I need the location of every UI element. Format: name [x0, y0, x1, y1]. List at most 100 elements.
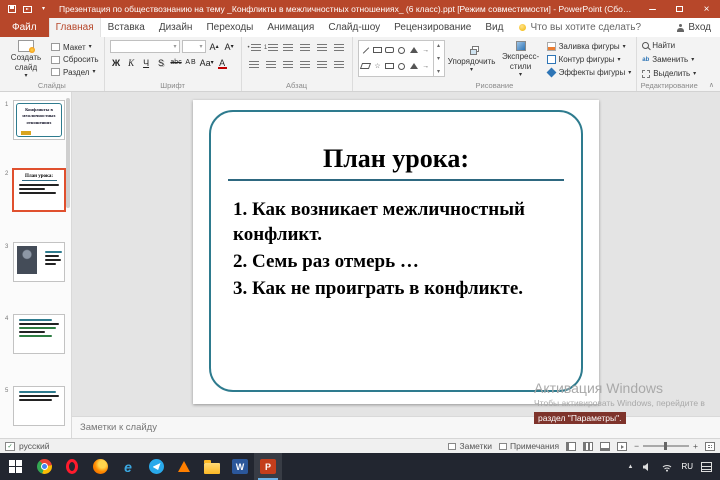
sign-in-button[interactable]: Вход — [667, 18, 720, 37]
align-left-button[interactable] — [247, 58, 262, 71]
tab-slideshow[interactable]: Слайд-шоу — [321, 18, 387, 37]
fit-slide-button[interactable] — [705, 441, 715, 451]
collapse-ribbon-button[interactable]: ∧ — [709, 81, 714, 89]
zoom-out-button[interactable]: − — [634, 441, 639, 451]
tab-review[interactable]: Рецензирование — [387, 18, 478, 37]
start-button[interactable] — [0, 453, 30, 480]
text-direction-button[interactable] — [332, 41, 347, 54]
start-slideshow-button[interactable] — [22, 4, 33, 15]
reset-button[interactable]: Сбросить — [51, 54, 99, 66]
replace-button[interactable]: ab Заменить ▾ — [642, 54, 696, 65]
slide-body[interactable]: 1. Как возникает межличностный конфликт.… — [233, 197, 569, 301]
line-spacing-button[interactable] — [315, 41, 330, 54]
shape-outline-button[interactable]: Контур фигуры ▾ — [546, 54, 632, 65]
comments-toggle-button[interactable]: Примечания — [498, 441, 559, 451]
language-indicator[interactable]: русский — [19, 441, 50, 451]
tellme-search[interactable]: Что вы хотите сделать? — [510, 18, 650, 37]
minimize-button[interactable] — [639, 0, 666, 18]
zoom-slider[interactable] — [643, 442, 690, 450]
maximize-button[interactable] — [666, 0, 693, 18]
taskbar-powerpoint[interactable]: P — [254, 453, 282, 480]
columns-button[interactable] — [315, 58, 330, 71]
spellcheck-icon[interactable]: ✓ — [5, 441, 15, 451]
new-slide-button[interactable]: Создать слайд ▾ — [5, 40, 47, 79]
zoom-slider-thumb[interactable] — [664, 442, 668, 450]
taskbar-chrome[interactable] — [30, 453, 58, 480]
thumbnail-slide-4[interactable]: 4 — [5, 314, 65, 354]
increase-font-button[interactable]: А ▴ — [208, 40, 221, 53]
tab-home[interactable]: Главная — [48, 18, 101, 37]
select-label: Выделить — [653, 69, 691, 78]
current-slide[interactable]: План урока: 1. Как возникает межличностн… — [193, 100, 599, 404]
find-button[interactable]: Найти — [642, 40, 696, 51]
text-line-placeholder — [19, 391, 56, 393]
bold-button[interactable]: Ж — [110, 56, 123, 69]
slide-number: 2 — [5, 171, 9, 177]
wifi-icon[interactable] — [661, 461, 673, 473]
strikethrough-button[interactable]: abc — [170, 56, 183, 69]
smartart-button[interactable] — [332, 58, 347, 71]
tab-transitions[interactable]: Переходы — [199, 18, 260, 37]
tab-insert[interactable]: Вставка — [101, 18, 152, 37]
shapes-gallery-scroll[interactable]: ▴ ▾ ▾ — [433, 40, 445, 77]
speaker-icon[interactable] — [641, 461, 653, 473]
tab-view[interactable]: Вид — [478, 18, 510, 37]
thumbnail-slide-5[interactable]: 5 — [5, 386, 65, 426]
align-center-button[interactable] — [264, 58, 279, 71]
taskbar-opera[interactable] — [58, 453, 86, 480]
quick-styles-button[interactable]: Экспресс-стили ▾ — [499, 40, 543, 79]
taskbar-word[interactable]: W — [226, 453, 254, 480]
taskbar-vlc[interactable] — [170, 453, 198, 480]
thumbnail-title-text: План урока: — [24, 174, 54, 179]
font-name-combobox[interactable]: ▾ — [109, 40, 180, 53]
character-spacing-button[interactable]: АВ — [185, 56, 198, 69]
justify-button[interactable] — [298, 58, 313, 71]
taskbar-telegram[interactable] — [142, 453, 170, 480]
bullets-button[interactable]: • — [247, 41, 262, 54]
slideshow-view-button[interactable] — [617, 441, 628, 451]
decrease-font-button[interactable]: А ▾ — [223, 40, 236, 53]
arrange-button[interactable]: Упорядочить ▾ — [448, 40, 495, 79]
thumbnail-slide-2[interactable]: 2 План урока: — [5, 168, 66, 212]
shape-effects-button[interactable]: Эффекты фигуры ▾ — [546, 67, 631, 78]
tray-expand-button[interactable]: ▲ — [627, 464, 633, 470]
arrange-icon — [466, 45, 479, 56]
zoom-control: − + — [634, 441, 698, 451]
save-button[interactable] — [6, 4, 17, 15]
change-case-button[interactable]: Аа ▾ — [200, 56, 214, 69]
italic-button[interactable]: К — [125, 56, 138, 69]
normal-view-button[interactable] — [566, 441, 577, 451]
underline-button[interactable]: Ч — [140, 56, 153, 69]
font-color-button[interactable]: А — [216, 56, 229, 69]
action-center-icon[interactable] — [701, 461, 712, 472]
select-button[interactable]: Выделить ▾ — [642, 68, 696, 79]
taskbar-firefox[interactable] — [86, 453, 114, 480]
close-button[interactable]: × — [693, 0, 720, 18]
thumbnail-slide-3[interactable]: 3 — [5, 242, 65, 282]
slide-title[interactable]: План урока: — [193, 144, 599, 174]
tray-language-indicator[interactable]: RU — [681, 462, 693, 471]
thumbnail-scrollbar[interactable] — [66, 98, 70, 208]
numbering-button[interactable]: 1 — [264, 41, 279, 54]
shape-fill-button[interactable]: Заливка фигуры ▾ — [546, 41, 632, 52]
layout-button[interactable]: Макет ▾ — [51, 41, 99, 53]
increase-indent-button[interactable] — [298, 41, 313, 54]
find-label: Найти — [652, 41, 676, 50]
tab-animations[interactable]: Анимация — [260, 18, 321, 37]
slide-sorter-button[interactable] — [583, 441, 594, 451]
reading-view-button[interactable] — [600, 441, 611, 451]
thumbnail-slide-1[interactable]: 1 Конфликты в межличностных отношениях — [5, 100, 65, 140]
align-right-button[interactable] — [281, 58, 296, 71]
tab-design[interactable]: Дизайн — [152, 18, 200, 37]
shapes-gallery[interactable]: → ☆ → — [357, 40, 434, 77]
font-size-combobox[interactable]: ▾ — [181, 40, 206, 53]
notes-toggle-button[interactable]: Заметки — [448, 441, 492, 451]
section-button[interactable]: Раздел ▾ — [51, 66, 99, 78]
text-shadow-button[interactable]: S — [155, 56, 168, 69]
taskbar-edge[interactable]: e — [114, 453, 142, 480]
zoom-in-button[interactable]: + — [693, 441, 698, 451]
tab-file[interactable]: Файл — [0, 18, 49, 37]
decrease-indent-button[interactable] — [281, 41, 296, 54]
qat-customize-button[interactable]: ▾ — [38, 4, 49, 15]
taskbar-explorer[interactable] — [198, 453, 226, 480]
